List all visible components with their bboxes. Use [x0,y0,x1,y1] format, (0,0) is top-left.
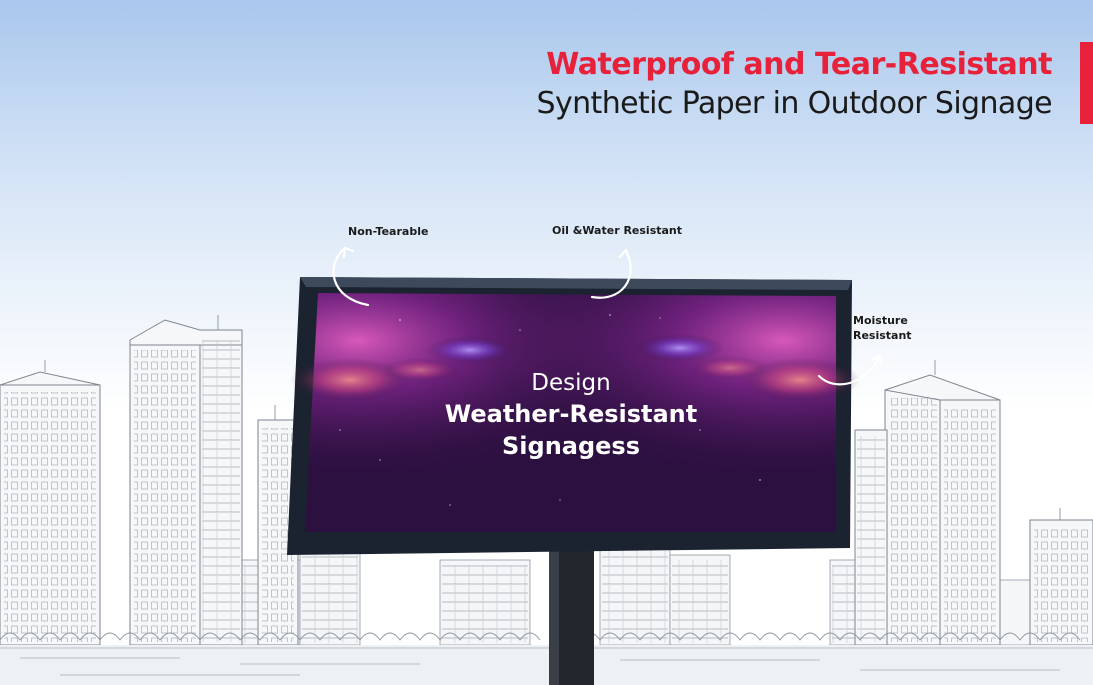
outdoor-signage-scene: Waterproof and Tear-Resistant Synthetic … [0,0,1093,685]
heading-line-1: Waterproof and Tear-Resistant [546,47,1052,82]
accent-bar [1080,42,1093,124]
callout-moisture-resistant: Moisture Resistant [853,313,912,343]
heading-line-2: Synthetic Paper in Outdoor Signage [536,86,1053,121]
billboard-text-line-3: Signagess [502,432,640,460]
billboard-text-line-1: Design [531,370,611,396]
callout-moisture-line-1: Moisture [853,314,908,327]
callout-oil-water-resistant: Oil &Water Resistant [552,224,683,237]
callout-moisture-line-2: Resistant [853,329,912,342]
heading: Waterproof and Tear-Resistant Synthetic … [536,46,1053,124]
billboard-text-line-2: Weather-Resistant [444,400,698,428]
callout-non-tearable: Non-Tearable [348,225,429,238]
